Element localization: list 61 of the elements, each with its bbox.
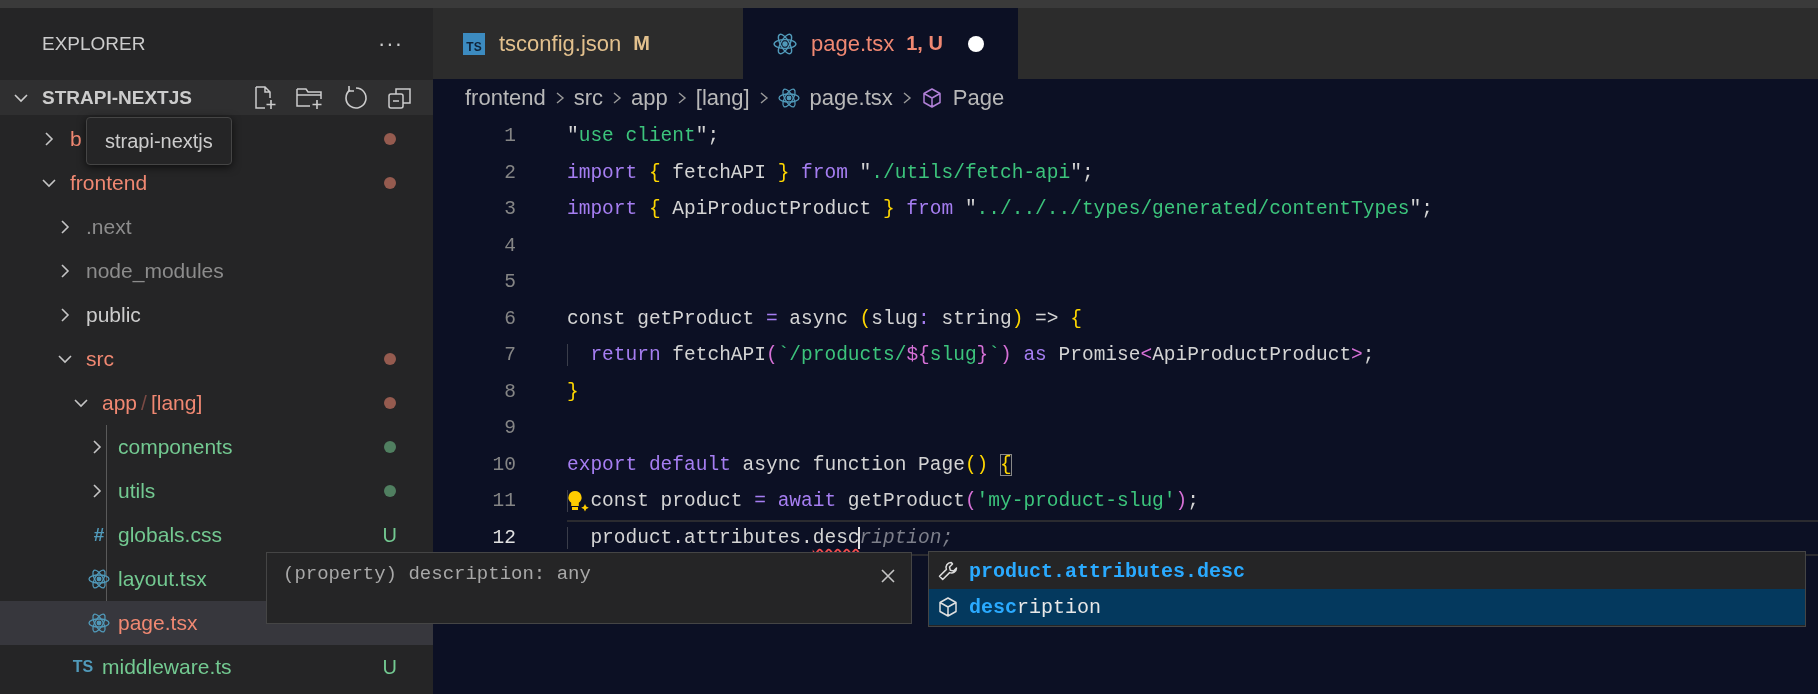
- suggestion-item[interactable]: product.attributes.desc: [929, 553, 1805, 589]
- breadcrumb-item[interactable]: page.tsx: [777, 84, 893, 111]
- git-status-letter: U: [382, 523, 397, 547]
- line-number: 7: [503, 344, 516, 367]
- folder-header[interactable]: STRAPI-NEXTJS: [0, 80, 433, 115]
- line-number: 3: [503, 198, 516, 221]
- file-name[interactable]: middleware.ts: [102, 655, 232, 679]
- file-name[interactable]: page.tsx: [118, 611, 198, 635]
- folder-name[interactable]: frontend: [70, 171, 148, 195]
- breadcrumb-item[interactable]: frontend: [465, 84, 546, 111]
- editor-tab[interactable]: page.tsx 1, U: [743, 8, 1018, 79]
- line-number: 10: [491, 453, 516, 476]
- folder-title: STRAPI-NEXTJS: [42, 86, 193, 109]
- breadcrumb-item[interactable]: app: [631, 84, 668, 111]
- suggestion-item[interactable]: description: [929, 589, 1805, 625]
- ts-icon: TS: [72, 658, 94, 676]
- atom-icon: [88, 568, 110, 590]
- line-number: 9: [503, 417, 516, 440]
- git-status-letter: U: [382, 655, 397, 679]
- line-number: 5: [503, 271, 516, 294]
- line-number: 8: [503, 380, 516, 403]
- folder-name[interactable]: b: [70, 127, 82, 151]
- folder-name[interactable]: components: [118, 435, 233, 459]
- code-line: import { ApiProductProduct } from "../../../types/generated/contentTypes";: [567, 197, 1434, 223]
- code-line: const getProduct = async (slug: string) => {: [567, 306, 1083, 332]
- breadcrumb-item[interactable]: Page: [920, 84, 1005, 111]
- cube-icon: [920, 86, 943, 109]
- code-line: }: [567, 379, 580, 405]
- folder-name[interactable]: app / [lang]: [102, 391, 203, 415]
- file-name[interactable]: globals.css: [118, 523, 222, 547]
- folder-name[interactable]: node_modules: [86, 259, 224, 283]
- line-number: 4: [503, 234, 516, 257]
- code-line: export default async function Page() {: [567, 452, 1013, 478]
- code-line: return fetchAPI(`/products/${slug}`) as Promise<ApiProductProduct>;: [567, 337, 1818, 374]
- hash-icon: #: [93, 524, 105, 546]
- refresh-icon[interactable]: [343, 84, 369, 111]
- cube-icon: [937, 596, 959, 618]
- close-icon[interactable]: [879, 567, 897, 585]
- folder-name[interactable]: utils: [118, 479, 156, 503]
- hover-text: (property) description: any: [283, 563, 591, 585]
- folder-name[interactable]: public: [86, 303, 141, 327]
- breadcrumb-item[interactable]: src: [573, 84, 604, 111]
- more-actions-button[interactable]: ···: [378, 31, 403, 57]
- file-name[interactable]: layout.tsx: [118, 567, 207, 591]
- line-number: 12: [491, 526, 516, 549]
- ts-icon: TS: [463, 32, 485, 55]
- atom-icon: [773, 31, 797, 56]
- wrench-icon: [937, 560, 959, 582]
- code-line: import { fetchAPI } from "./utils/fetch-api";: [567, 160, 1095, 186]
- folder-name[interactable]: .next: [86, 215, 132, 239]
- panel-title: EXPLORER: [42, 33, 146, 55]
- breadcrumb-item[interactable]: [lang]: [695, 84, 750, 111]
- atom-icon: [777, 86, 800, 109]
- folder-name[interactable]: src: [86, 347, 114, 371]
- line-number: 11: [491, 490, 516, 513]
- atom-icon: [88, 612, 110, 634]
- code-line: "use client";: [567, 124, 721, 150]
- line-number: 1: [503, 125, 516, 148]
- line-number: 6: [503, 307, 516, 330]
- tooltip: strapi-nextjs: [86, 117, 232, 165]
- line-number: 2: [503, 161, 516, 184]
